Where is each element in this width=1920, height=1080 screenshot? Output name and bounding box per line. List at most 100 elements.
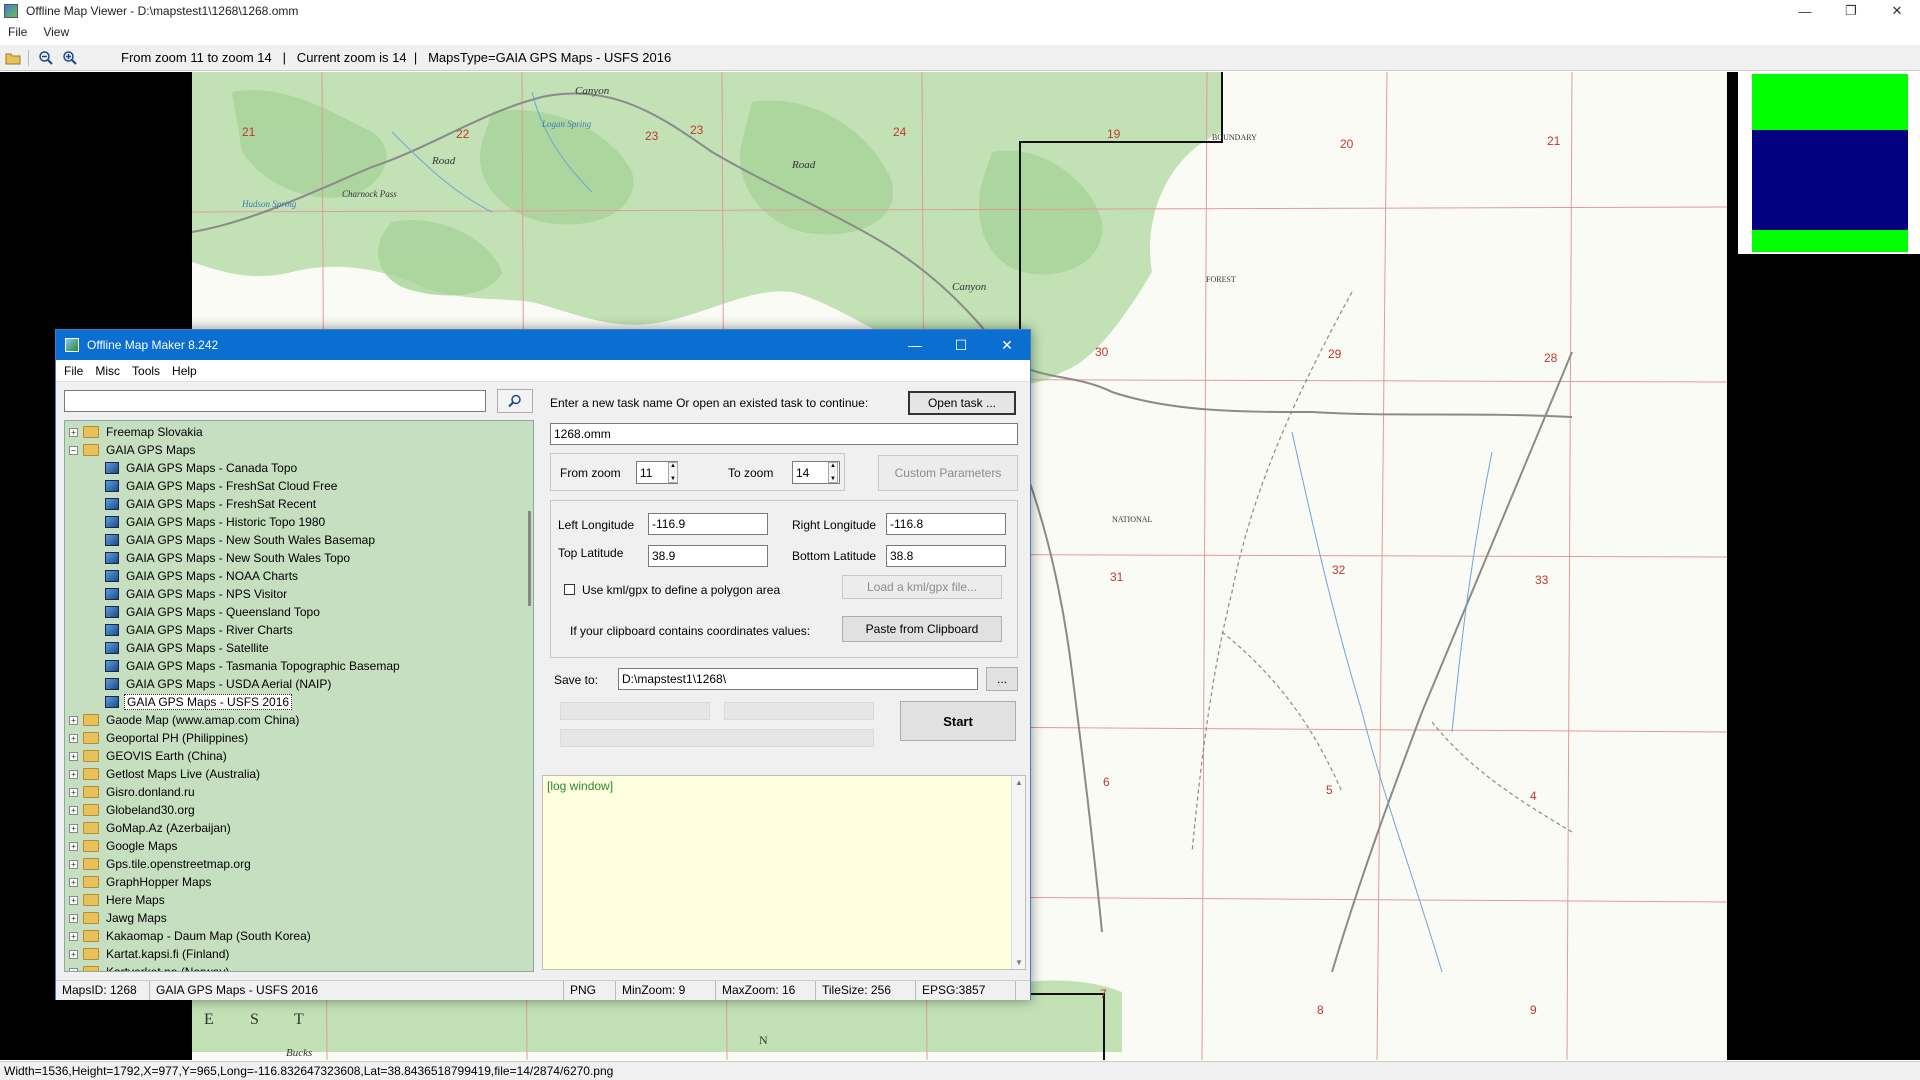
dialog-menu-help[interactable]: Help <box>172 364 197 378</box>
overview-panel[interactable] <box>1738 72 1920 254</box>
tree-item[interactable]: GAIA GPS Maps - New South Wales Topo <box>65 549 533 567</box>
tree-item[interactable]: GAIA GPS Maps - Tasmania Topographic Bas… <box>65 657 533 675</box>
task-name-input[interactable]: 1268.omm <box>550 423 1018 445</box>
tree-item[interactable]: + Getlost Maps Live (Australia) <box>65 765 533 783</box>
tree-expander-icon[interactable]: + <box>69 769 78 779</box>
tree-item[interactable]: GAIA GPS Maps - NOAA Charts <box>65 567 533 585</box>
tree-expander-icon[interactable]: + <box>69 949 78 959</box>
search-button[interactable] <box>497 389 533 413</box>
tree-expander-icon[interactable]: + <box>69 715 78 725</box>
tree-item[interactable]: + Gps.tile.openstreetmap.org <box>65 855 533 873</box>
tree-item[interactable]: + GoMap.Az (Azerbaijan) <box>65 819 533 837</box>
tree-item[interactable]: GAIA GPS Maps - New South Wales Basemap <box>65 531 533 549</box>
zoom-status-text: From zoom 11 to zoom 14 | Current zoom i… <box>121 50 672 65</box>
tree-item-label: GAIA GPS Maps - New South Wales Topo <box>126 551 351 565</box>
tree-item-label: GAIA GPS Maps - Canada Topo <box>126 461 298 475</box>
tree-item[interactable]: + Kartat.kapsi.fi (Finland) <box>65 945 533 963</box>
map-section-label: 4 <box>1530 789 1537 803</box>
map-section-label: 21 <box>1547 134 1561 148</box>
tree-item[interactable]: GAIA GPS Maps - FreshSat Cloud Free <box>65 477 533 495</box>
tree-expander-icon[interactable]: + <box>69 751 78 761</box>
paste-from-clipboard-button[interactable]: Paste from Clipboard <box>842 616 1002 642</box>
tree-item[interactable]: GAIA GPS Maps - USFS 2016 <box>65 693 533 711</box>
dialog-menu-tools[interactable]: Tools <box>132 364 160 378</box>
open-folder-icon[interactable] <box>2 48 24 68</box>
tree-expander-icon[interactable]: + <box>69 841 78 851</box>
tree-expander-icon[interactable]: + <box>69 823 78 833</box>
from-zoom-spinner[interactable]: ▲ ▼ <box>668 462 678 483</box>
map-source-tree[interactable]: + Freemap Slovakia − GAIA GPS Maps GAIA GPS … <box>64 420 534 972</box>
tree-item[interactable]: + Google Maps <box>65 837 533 855</box>
tree-expander-icon[interactable]: + <box>69 931 78 941</box>
tree-item[interactable]: + Gisro.donland.ru <box>65 783 533 801</box>
tree-item[interactable]: + Here Maps <box>65 891 533 909</box>
tree-expander-icon[interactable]: + <box>69 895 78 905</box>
to-zoom-spinner[interactable]: ▲ ▼ <box>828 462 838 483</box>
folder-icon <box>83 768 99 780</box>
minimize-button[interactable]: — <box>1782 0 1828 22</box>
map-source-icon <box>105 516 119 528</box>
right-longitude-input[interactable]: -116.8 <box>886 513 1006 535</box>
dialog-menu-misc[interactable]: Misc <box>95 364 120 378</box>
scroll-up-icon[interactable]: ▲ <box>1015 778 1023 787</box>
log-window[interactable]: [log window] ▲ ▼ <box>542 775 1026 970</box>
custom-parameters-button[interactable]: Custom Parameters <box>878 455 1018 491</box>
map-place-label: T <box>294 1011 304 1028</box>
tree-item-label: Globeland30.org <box>106 803 195 817</box>
tree-item[interactable]: GAIA GPS Maps - Canada Topo <box>65 459 533 477</box>
close-button[interactable]: ✕ <box>1874 0 1920 22</box>
tree-item[interactable]: + GraphHopper Maps <box>65 873 533 891</box>
tree-expander-icon[interactable]: + <box>69 967 78 971</box>
tree-item[interactable]: GAIA GPS Maps - Satellite <box>65 639 533 657</box>
left-longitude-input[interactable]: -116.9 <box>648 513 768 535</box>
tree-expander-icon[interactable]: + <box>69 859 78 869</box>
scroll-down-icon[interactable]: ▼ <box>1015 958 1023 967</box>
load-kml-button[interactable]: Load a kml/gpx file... <box>842 575 1002 599</box>
tree-item[interactable]: + Geoportal PH (Philippines) <box>65 729 533 747</box>
map-source-icon <box>105 606 119 618</box>
tree-item[interactable]: GAIA GPS Maps - NPS Visitor <box>65 585 533 603</box>
tree-item[interactable]: + Kartverket.no (Norway) <box>65 963 533 971</box>
log-scrollbar[interactable]: ▲ ▼ <box>1011 776 1025 969</box>
tree-item[interactable]: GAIA GPS Maps - River Charts <box>65 621 533 639</box>
tree-expander-icon[interactable]: + <box>69 733 78 743</box>
tree-item[interactable]: GAIA GPS Maps - FreshSat Recent <box>65 495 533 513</box>
tree-expander-icon[interactable]: − <box>69 445 78 455</box>
kml-polygon-checkbox[interactable] <box>564 584 575 595</box>
dialog-close-button[interactable]: ✕ <box>984 330 1030 360</box>
dialog-menu-file[interactable]: File <box>64 364 83 378</box>
dialog-minimize-button[interactable]: — <box>892 330 938 360</box>
map-search-input[interactable] <box>64 390 486 412</box>
menu-file[interactable]: File <box>8 25 27 39</box>
map-place-label: Canyon <box>575 85 610 97</box>
maximize-button[interactable]: ❐ <box>1828 0 1874 22</box>
tree-expander-icon[interactable]: + <box>69 913 78 923</box>
save-to-input[interactable]: D:\mapstest1\1268\ <box>618 668 978 690</box>
tree-item[interactable]: + Kakaomap - Daum Map (South Korea) <box>65 927 533 945</box>
tree-item-label: Kakaomap - Daum Map (South Korea) <box>106 929 311 943</box>
tree-item[interactable]: + Globeland30.org <box>65 801 533 819</box>
tree-expander-icon[interactable]: + <box>69 805 78 815</box>
zoom-in-icon[interactable] <box>59 48 81 68</box>
tree-item[interactable]: + Freemap Slovakia <box>65 423 533 441</box>
tree-item[interactable]: + GEOVIS Earth (China) <box>65 747 533 765</box>
start-button[interactable]: Start <box>900 701 1016 741</box>
tree-item[interactable]: − GAIA GPS Maps <box>65 441 533 459</box>
tree-item-label: Gps.tile.openstreetmap.org <box>106 857 251 871</box>
tree-expander-icon[interactable]: + <box>69 427 78 437</box>
tree-item[interactable]: + Jawg Maps <box>65 909 533 927</box>
tree-expander-icon[interactable]: + <box>69 787 78 797</box>
tree-item[interactable]: GAIA GPS Maps - Queensland Topo <box>65 603 533 621</box>
tree-item[interactable]: GAIA GPS Maps - Historic Topo 1980 <box>65 513 533 531</box>
dialog-maximize-button[interactable]: ☐ <box>938 330 984 360</box>
browse-folder-button[interactable]: ... <box>986 667 1018 691</box>
tree-expander-icon[interactable]: + <box>69 877 78 887</box>
top-latitude-input[interactable]: 38.9 <box>648 545 768 567</box>
menu-view[interactable]: View <box>43 25 69 39</box>
tree-item-label: GAIA GPS Maps - Historic Topo 1980 <box>126 515 326 529</box>
open-task-button[interactable]: Open task ... <box>908 391 1016 415</box>
zoom-out-icon[interactable] <box>35 48 57 68</box>
tree-item[interactable]: GAIA GPS Maps - USDA Aerial (NAIP) <box>65 675 533 693</box>
tree-item[interactable]: + Gaode Map (www.amap.com China) <box>65 711 533 729</box>
bottom-latitude-input[interactable]: 38.8 <box>886 545 1006 567</box>
